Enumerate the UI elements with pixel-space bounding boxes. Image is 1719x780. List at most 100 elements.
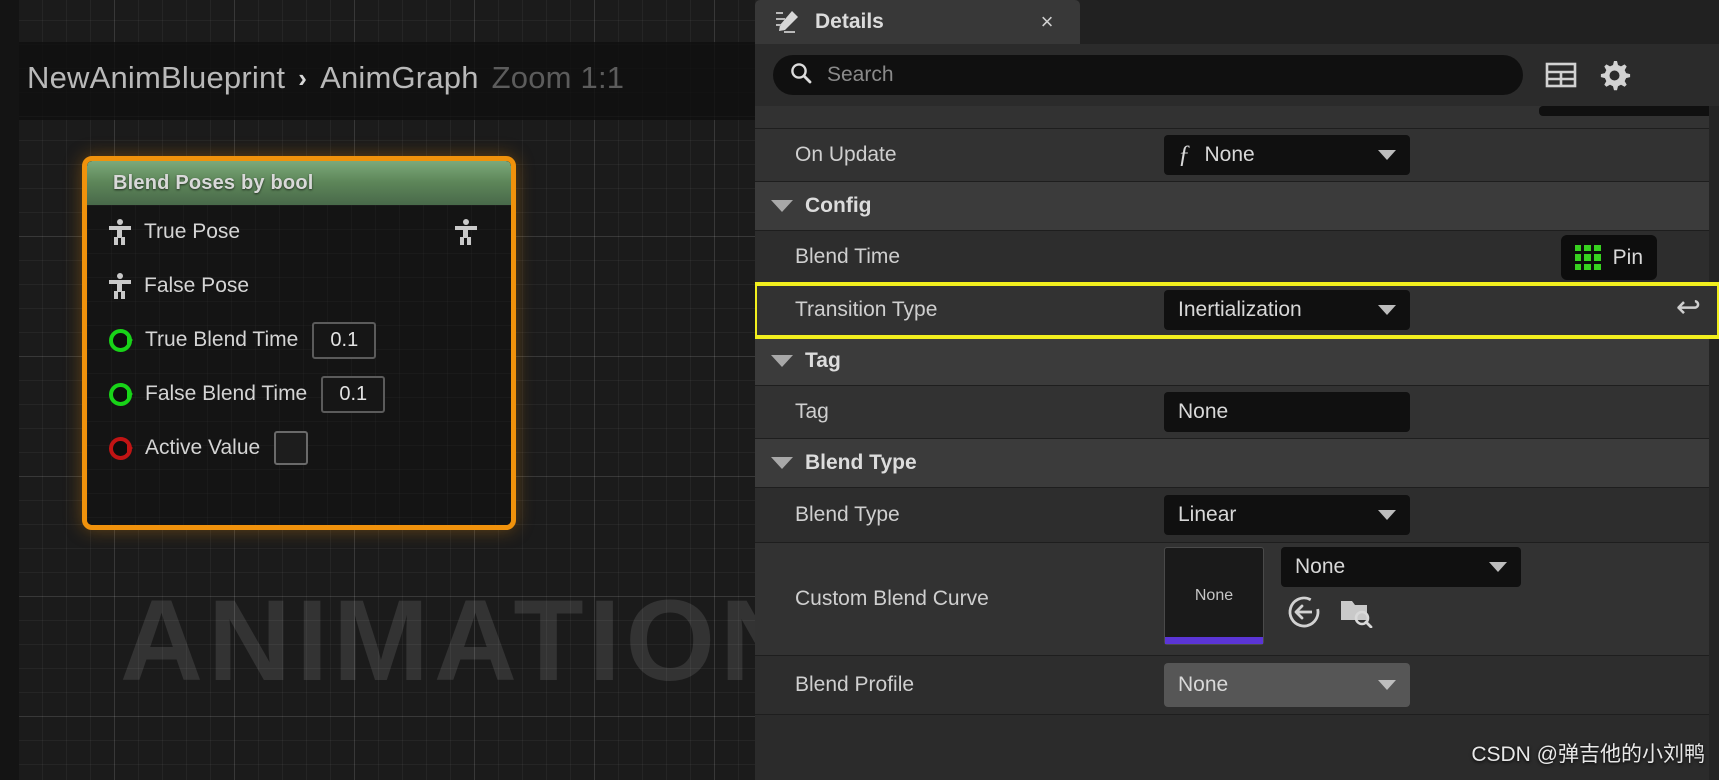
node-pin-false-pose[interactable]: False Pose — [87, 259, 511, 313]
row-label: Blend Profile — [795, 673, 915, 696]
search-icon — [789, 61, 813, 90]
tab-details[interactable]: Details × — [755, 0, 1080, 44]
section-header-blend-type[interactable]: Blend Type — [755, 439, 1719, 488]
section-title: Tag — [805, 349, 841, 372]
node-header[interactable]: Blend Poses by bool — [87, 161, 511, 205]
settings-gear-icon[interactable] — [1597, 58, 1631, 92]
on-update-value: None — [1204, 143, 1255, 166]
table-row-blend-profile[interactable]: Blend Profile None — [755, 656, 1719, 715]
clipped-field — [1539, 106, 1719, 116]
section-title: Blend Type — [805, 451, 917, 474]
float-pin-icon[interactable] — [109, 382, 133, 406]
active-value-checkbox[interactable] — [274, 431, 309, 465]
blend-type-value: Linear — [1178, 503, 1237, 526]
section-header-config[interactable]: Config — [755, 182, 1719, 231]
custom-blend-curve-value: None — [1295, 555, 1346, 578]
node-pin-active-value[interactable]: Active Value — [87, 421, 511, 475]
row-label: On Update — [795, 143, 897, 166]
details-pencil-icon — [775, 9, 801, 35]
table-row-clipped-top — [755, 106, 1719, 129]
tab-title: Details — [815, 10, 884, 33]
node-body: True Pose False Pose True Blend Time 0.1 — [87, 205, 511, 525]
revert-to-default-icon[interactable]: ↩ — [1676, 290, 1701, 325]
table-row-on-update[interactable]: On Update ƒ None — [755, 129, 1719, 182]
table-row-blend-time[interactable]: Blend Time Pin — [755, 231, 1719, 284]
chevron-down-icon — [771, 355, 793, 367]
table-row-blend-type[interactable]: Blend Type Linear — [755, 488, 1719, 543]
table-row-tag[interactable]: Tag None — [755, 386, 1719, 439]
function-icon: ƒ — [1178, 141, 1191, 168]
graph-left-gutter — [0, 0, 19, 780]
breadcrumb-separator-icon: › — [298, 62, 308, 93]
chevron-down-icon — [1378, 680, 1396, 690]
use-selected-asset-icon[interactable] — [1287, 595, 1321, 634]
browse-to-asset-icon[interactable] — [1339, 596, 1373, 633]
float-pin-icon[interactable] — [109, 328, 133, 352]
close-icon[interactable]: × — [1036, 11, 1058, 33]
table-row-custom-blend-curve[interactable]: Custom Blend Curve None None — [755, 543, 1719, 656]
row-value: None — [1147, 386, 1719, 438]
transition-type-dropdown[interactable]: Inertialization — [1164, 290, 1410, 330]
breadcrumb-current[interactable]: AnimGraph — [320, 60, 479, 96]
custom-blend-curve-dropdown[interactable]: None — [1281, 547, 1521, 587]
on-update-dropdown[interactable]: ƒ None — [1164, 135, 1410, 175]
custom-blend-curve-thumbnail[interactable]: None — [1164, 547, 1264, 645]
row-label: Custom Blend Curve — [795, 587, 989, 610]
details-property-table: On Update ƒ None Config Blend Time Pin T… — [755, 106, 1719, 780]
chevron-down-icon — [1378, 150, 1396, 160]
blend-poses-by-bool-node[interactable]: Blend Poses by bool True Pose False Pose… — [82, 156, 516, 530]
chevron-down-icon — [771, 457, 793, 469]
chevron-down-icon — [1489, 562, 1507, 572]
page-watermark: CSDN @弹吉他的小刘鸭 — [1471, 743, 1705, 766]
panel-scrollbar[interactable] — [1709, 106, 1719, 780]
bool-pin-icon[interactable] — [109, 436, 133, 460]
blend-profile-dropdown[interactable]: None — [1164, 663, 1410, 707]
pin-label: True Pose — [144, 220, 241, 243]
blend-type-dropdown[interactable]: Linear — [1164, 495, 1410, 535]
blend-time-pin-dropdown[interactable]: Pin — [1560, 235, 1657, 280]
true-blend-time-input[interactable]: 0.1 — [312, 321, 377, 359]
column-view-icon[interactable] — [1545, 61, 1577, 89]
pin-label: True Blend Time — [145, 328, 299, 351]
details-panel: Details × Search On Update ƒ None Config… — [755, 0, 1719, 780]
pin-grid-icon — [1574, 244, 1601, 271]
section-title: Config — [805, 194, 872, 217]
row-label: Transition Type — [795, 298, 938, 321]
pose-icon — [109, 273, 131, 299]
tag-input[interactable]: None — [1164, 392, 1410, 432]
zoom-level-label: Zoom 1:1 — [491, 60, 625, 95]
row-label: Blend Time — [795, 245, 901, 268]
row-value: Pin — [1147, 231, 1719, 283]
row-value: Inertialization ↩ — [1147, 284, 1719, 336]
row-value: ƒ None — [1147, 129, 1719, 181]
row-value: None — [1147, 656, 1719, 714]
search-placeholder: Search — [827, 63, 894, 86]
chevron-down-icon — [1378, 305, 1396, 315]
app-root: ANIMATION NewAnimBlueprint › AnimGraph Z… — [0, 0, 1719, 780]
anim-graph-canvas[interactable]: ANIMATION NewAnimBlueprint › AnimGraph Z… — [0, 0, 755, 780]
thumbnail-label: None — [1194, 587, 1234, 604]
breadcrumb-root[interactable]: NewAnimBlueprint — [27, 60, 285, 96]
row-value: Linear — [1147, 488, 1719, 542]
pin-button-label: Pin — [1612, 245, 1643, 269]
pin-label: False Blend Time — [145, 382, 308, 405]
asset-picker-group: None — [1281, 547, 1521, 634]
row-value: None None — [1147, 539, 1719, 659]
node-pin-false-blend-time[interactable]: False Blend Time 0.1 — [87, 367, 511, 421]
breadcrumb: NewAnimBlueprint › AnimGraph Zoom 1:1 — [27, 60, 624, 96]
graph-background-watermark: ANIMATION — [120, 577, 755, 705]
section-header-tag[interactable]: Tag — [755, 337, 1719, 386]
panel-tabstrip: Details × — [755, 0, 1719, 44]
row-label: Blend Type — [795, 503, 900, 526]
search-input[interactable]: Search — [773, 55, 1523, 95]
panel-searchbar: Search — [755, 44, 1719, 106]
row-label: Tag — [795, 400, 829, 423]
node-title: Blend Poses by bool — [113, 171, 314, 194]
chevron-down-icon — [1378, 510, 1396, 520]
table-row-transition-type[interactable]: Transition Type Inertialization ↩ — [755, 282, 1719, 339]
node-output-pose-pin[interactable] — [455, 219, 477, 250]
blend-profile-value: None — [1178, 673, 1229, 696]
node-pin-true-blend-time[interactable]: True Blend Time 0.1 — [87, 313, 511, 367]
false-blend-time-input[interactable]: 0.1 — [321, 375, 386, 413]
node-pin-true-pose[interactable]: True Pose — [87, 205, 511, 259]
